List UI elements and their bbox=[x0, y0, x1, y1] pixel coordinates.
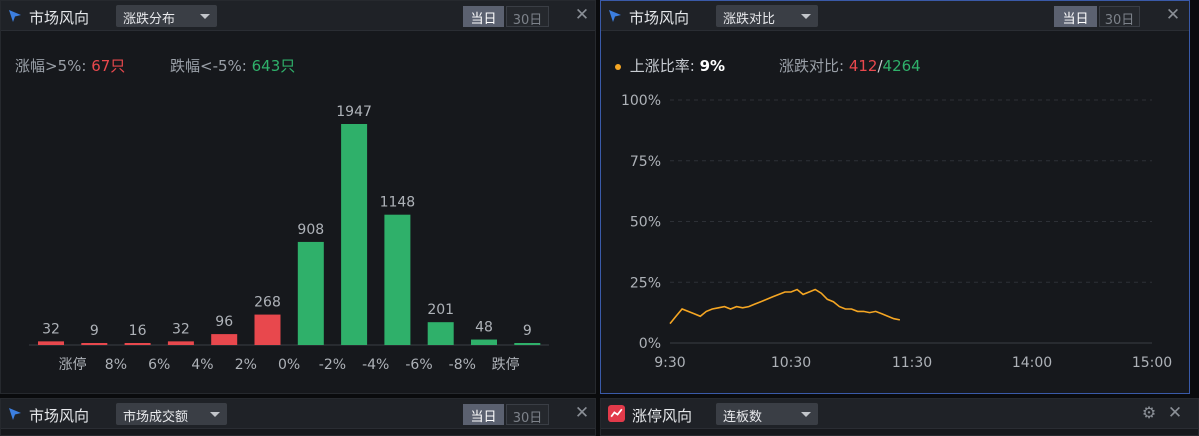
bar bbox=[297, 241, 324, 345]
chart-type-dropdown[interactable]: 市场成交额 bbox=[116, 403, 227, 425]
bar bbox=[384, 214, 411, 345]
bar bbox=[254, 314, 281, 345]
y-tick-label: 100% bbox=[621, 93, 661, 109]
panel-title: 市场风向 bbox=[29, 407, 90, 425]
tick-label: -6% bbox=[405, 357, 432, 373]
tick-label: -8% bbox=[449, 357, 476, 373]
tick-label: -4% bbox=[362, 357, 389, 373]
close-icon[interactable]: ✕ bbox=[1165, 403, 1185, 423]
data-label: 1148 bbox=[380, 195, 416, 211]
dropdown-value: 连板数 bbox=[723, 410, 763, 425]
bar bbox=[427, 322, 454, 345]
bar bbox=[471, 339, 497, 345]
panel-title: 涨停风向 bbox=[632, 407, 693, 425]
data-label: 32 bbox=[172, 321, 190, 337]
x-tick-label: 9:30 bbox=[654, 355, 685, 371]
data-label: 201 bbox=[427, 302, 454, 318]
trend-chart-icon bbox=[608, 405, 625, 422]
data-label: 32 bbox=[42, 321, 60, 337]
tick-label: -2% bbox=[319, 357, 346, 373]
today-toggle[interactable]: 当日 bbox=[463, 404, 504, 425]
tick-label: 2% bbox=[235, 357, 257, 373]
tick-label: 8% bbox=[105, 357, 127, 373]
bar bbox=[81, 343, 108, 345]
bar bbox=[211, 334, 238, 345]
data-label: 908 bbox=[297, 222, 324, 238]
dropdown-value: 市场成交额 bbox=[123, 410, 189, 425]
data-label: 9 bbox=[90, 323, 99, 339]
chart-type-dropdown[interactable]: 连板数 bbox=[716, 403, 818, 425]
y-tick-label: 50% bbox=[630, 215, 661, 231]
x-tick-label: 11:30 bbox=[892, 355, 932, 371]
market-direction-ratio-panel: 市场风向 涨跌对比 当日 30日 ✕ 上涨比率: 9% 涨跌对比: 412/42… bbox=[600, 0, 1190, 394]
x-tick-label: 10:30 bbox=[771, 355, 811, 371]
y-tick-label: 75% bbox=[630, 154, 661, 170]
panel-titlebar: 涨停风向 连板数 ⚙ ✕ bbox=[601, 399, 1198, 429]
tick-label: 涨停 bbox=[59, 356, 87, 373]
series-line bbox=[669, 288, 901, 325]
gear-icon[interactable]: ⚙ bbox=[1139, 403, 1159, 423]
rise-ratio-line-chart: 0% 25% 50% 75% 100% 9:30 10:30 11:30 14:00 15:00 bbox=[621, 93, 1172, 371]
bar bbox=[167, 341, 194, 345]
bar bbox=[38, 341, 64, 345]
data-label: 268 bbox=[254, 295, 281, 311]
close-icon[interactable]: ✕ bbox=[572, 403, 592, 423]
data-label: 9 bbox=[523, 323, 532, 339]
chevron-down-icon bbox=[801, 412, 811, 417]
bar bbox=[514, 343, 541, 345]
market-direction-distribution-panel: 市场风向 涨跌分布 当日 30日 ✕ 涨幅>5%: 67只 跌幅<-5%: 64… bbox=[0, 0, 596, 394]
data-label: 16 bbox=[129, 323, 147, 339]
bar bbox=[341, 124, 368, 345]
tick-label: 4% bbox=[191, 357, 213, 373]
tick-label: 跌停 bbox=[492, 356, 520, 373]
arrow-cursor-icon bbox=[9, 408, 21, 420]
x-tick-label: 14:00 bbox=[1012, 355, 1052, 371]
y-tick-label: 0% bbox=[639, 336, 661, 352]
panel-titlebar: 市场风向 市场成交额 当日 30日 ✕ bbox=[1, 399, 595, 429]
chevron-down-icon bbox=[210, 412, 220, 417]
bar bbox=[124, 343, 151, 345]
limit-up-direction-panel: 涨停风向 连板数 ⚙ ✕ bbox=[600, 398, 1199, 436]
x-tick-label: 15:00 bbox=[1132, 355, 1172, 371]
tick-label: 0% bbox=[278, 357, 300, 373]
30day-toggle[interactable]: 30日 bbox=[506, 404, 549, 426]
rise-fall-distribution-chart: 32 9 16 32 96 268 908 1947 1148 201 48 9 涨停 8% 6% 4% 2% 0… bbox=[29, 104, 549, 373]
y-tick-label: 25% bbox=[630, 275, 661, 291]
data-label: 48 bbox=[475, 320, 493, 336]
data-label: 96 bbox=[215, 314, 233, 330]
tick-label: 6% bbox=[148, 357, 170, 373]
data-label: 1947 bbox=[336, 104, 372, 120]
market-turnover-panel: 市场风向 市场成交额 当日 30日 ✕ bbox=[0, 398, 596, 436]
